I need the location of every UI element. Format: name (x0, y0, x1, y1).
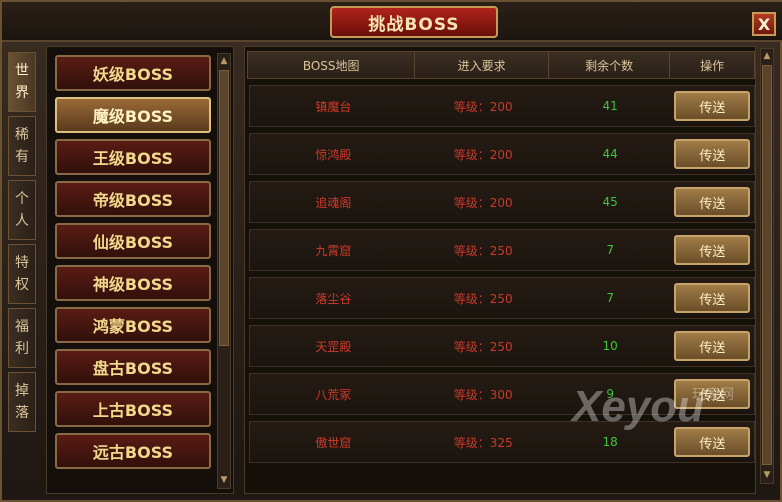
category-scrollbar[interactable]: ▲ ▼ (217, 53, 231, 489)
boss-category-button[interactable]: 王级BOSS (55, 139, 211, 175)
scroll-thumb[interactable] (219, 70, 229, 346)
teleport-button[interactable]: 传送 (674, 235, 751, 265)
boss-category-button[interactable]: 鸿蒙BOSS (55, 307, 211, 343)
action-cell: 传送 (671, 187, 754, 217)
action-cell: 传送 (671, 427, 754, 457)
table-scrollbar[interactable]: ▲ ▼ (760, 48, 774, 484)
entry-requirement: 等级：250 (453, 339, 513, 354)
boss-map-name: 追魂阁 (315, 195, 352, 210)
action-cell: 传送 (671, 331, 754, 361)
entry-requirement: 等级：325 (453, 435, 513, 450)
action-cell: 传送 (671, 235, 754, 265)
boss-map-name: 八荒冢 (315, 387, 352, 402)
boss-category-button[interactable]: 仙级BOSS (55, 223, 211, 259)
header-requirement: 进入要求 (415, 52, 549, 78)
table-row: 傲世窟 等级：325 18 传送 (249, 421, 755, 463)
side-tab-4[interactable]: 福利 (8, 308, 36, 368)
scroll-up-icon[interactable]: ▲ (219, 55, 229, 67)
teleport-button[interactable]: 传送 (674, 283, 751, 313)
boss-map-name: 天罡殿 (315, 339, 352, 354)
header-map: BOSS地图 (248, 52, 416, 78)
boss-category-button[interactable]: 帝级BOSS (55, 181, 211, 217)
remaining-count: 7 (606, 243, 614, 257)
close-button[interactable]: X (752, 12, 776, 36)
scroll-down-icon[interactable]: ▼ (762, 469, 772, 481)
remaining-count: 18 (602, 435, 618, 449)
entry-requirement: 等级：200 (453, 195, 513, 210)
remaining-count: 44 (602, 147, 618, 161)
table-row: 九霄窟 等级：250 7 传送 (249, 229, 755, 271)
side-tab-3[interactable]: 特权 (8, 244, 36, 304)
header-remaining: 剩余个数 (549, 52, 671, 78)
boss-table-panel: BOSS地图 进入要求 剩余个数 操作 镇魔台 等级：200 41 传送 惊鸿殿 等级：2… (244, 46, 756, 494)
table-row: 天罡殿 等级：250 10 传送 (249, 325, 755, 367)
side-tab-0[interactable]: 世界 (8, 52, 36, 112)
action-cell: 传送 (671, 91, 754, 121)
boss-category-panel: 妖级BOSS 魔级BOSS 王级BOSS 帝级BOSS 仙级BOSS 神级BOSS 鸿蒙BO… (46, 46, 234, 494)
side-tab-5[interactable]: 掉落 (8, 372, 36, 432)
side-tab-2[interactable]: 个人 (8, 180, 36, 240)
action-cell: 传送 (671, 379, 754, 409)
boss-map-name: 九霄窟 (315, 243, 352, 258)
table-row: 追魂阁 等级：200 45 传送 (249, 181, 755, 223)
table-row: 惊鸿殿 等级：200 44 传送 (249, 133, 755, 175)
remaining-count: 45 (602, 195, 618, 209)
boss-category-button[interactable]: 妖级BOSS (55, 55, 211, 91)
scroll-thumb[interactable] (762, 65, 772, 465)
table-row: 八荒冢 等级：300 9 传送 (249, 373, 755, 415)
side-tab-1[interactable]: 稀有 (8, 116, 36, 176)
action-cell: 传送 (671, 283, 754, 313)
boss-category-button[interactable]: 盘古BOSS (55, 349, 211, 385)
entry-requirement: 等级：300 (453, 387, 513, 402)
table-header: BOSS地图 进入要求 剩余个数 操作 (247, 51, 755, 79)
table-row: 镇魔台 等级：200 41 传送 (249, 85, 755, 127)
boss-map-name: 落尘谷 (315, 291, 352, 306)
boss-challenge-window: 挑战BOSS X 世界稀有个人特权福利掉落 妖级BOSS 魔级BOSS 王级BOSS… (0, 0, 782, 502)
boss-category-list: 妖级BOSS 魔级BOSS 王级BOSS 帝级BOSS 仙级BOSS 神级BOSS 鸿蒙BO… (55, 55, 215, 475)
remaining-count: 41 (602, 99, 618, 113)
entry-requirement: 等级：250 (453, 243, 513, 258)
remaining-count: 7 (606, 291, 614, 305)
teleport-button[interactable]: 传送 (674, 187, 751, 217)
boss-map-name: 镇魔台 (315, 99, 352, 114)
teleport-button[interactable]: 传送 (674, 91, 751, 121)
window-title: 挑战BOSS (330, 6, 498, 38)
entry-requirement: 等级：250 (453, 291, 513, 306)
teleport-button[interactable]: 传送 (674, 379, 751, 409)
side-tabs: 世界稀有个人特权福利掉落 (8, 52, 36, 436)
teleport-button[interactable]: 传送 (674, 331, 751, 361)
boss-category-button[interactable]: 魔级BOSS (55, 97, 211, 133)
teleport-button[interactable]: 传送 (674, 427, 751, 457)
scroll-up-icon[interactable]: ▲ (762, 50, 772, 62)
table-row: 落尘谷 等级：250 7 传送 (249, 277, 755, 319)
remaining-count: 9 (606, 387, 614, 401)
boss-category-button[interactable]: 远古BOSS (55, 433, 211, 469)
boss-category-button[interactable]: 上古BOSS (55, 391, 211, 427)
entry-requirement: 等级：200 (453, 147, 513, 162)
action-cell: 传送 (671, 139, 754, 169)
entry-requirement: 等级：200 (453, 99, 513, 114)
scroll-down-icon[interactable]: ▼ (219, 474, 229, 486)
header-action: 操作 (700, 58, 725, 73)
boss-map-name: 傲世窟 (315, 435, 352, 450)
teleport-button[interactable]: 传送 (674, 139, 751, 169)
boss-category-button[interactable]: 神级BOSS (55, 265, 211, 301)
boss-map-name: 惊鸿殿 (315, 147, 352, 162)
remaining-count: 10 (602, 339, 618, 353)
title-bar: 挑战BOSS X (2, 2, 782, 42)
